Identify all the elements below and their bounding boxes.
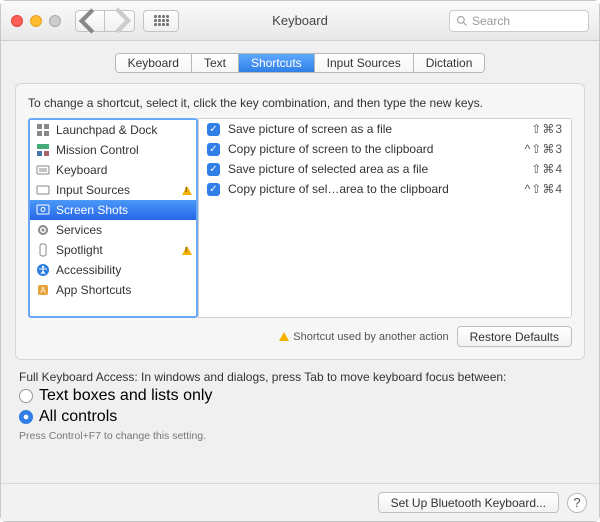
category-label: Services <box>56 223 102 237</box>
category-label: Screen Shots <box>56 203 128 217</box>
fka-note: Press Control+F7 to change this setting. <box>19 430 581 442</box>
category-input-sources[interactable]: Input Sources <box>30 180 196 200</box>
search-placeholder: Search <box>472 14 510 28</box>
shortcut-label: Copy picture of screen to the clipboard <box>228 142 433 156</box>
svg-text:A: A <box>40 286 46 295</box>
warning-icon <box>182 246 192 255</box>
shortcut-keys[interactable]: ^⇧⌘3 <box>525 142 563 156</box>
radio-button[interactable] <box>19 389 33 403</box>
radio-label: Text boxes and lists only <box>39 387 212 405</box>
shortcut-label: Copy picture of sel…area to the clipboar… <box>228 182 449 196</box>
back-button[interactable] <box>75 10 105 32</box>
shortcuts-panel: To change a shortcut, select it, click t… <box>15 83 585 360</box>
footer: Set Up Bluetooth Keyboard... ? <box>1 483 599 521</box>
tab-dictation[interactable]: Dictation <box>414 54 485 72</box>
forward-button[interactable] <box>105 10 135 32</box>
keyboard-icon <box>36 163 50 177</box>
zoom-button[interactable] <box>49 15 61 27</box>
category-spotlight[interactable]: Spotlight <box>30 240 196 260</box>
minimize-button[interactable] <box>30 15 42 27</box>
category-mission-control[interactable]: Mission Control <box>30 140 196 160</box>
app-icon: A <box>36 283 50 297</box>
spotlight-icon <box>36 243 50 257</box>
shortcut-list[interactable]: ✓ Save picture of screen as a file ⇧⌘3 ✓ Cop… <box>198 118 572 318</box>
titlebar: Keyboard Search <box>1 1 599 41</box>
radio-label: All controls <box>39 408 117 426</box>
category-label: Input Sources <box>56 183 130 197</box>
category-label: Mission Control <box>56 143 139 157</box>
category-services[interactable]: Services <box>30 220 196 240</box>
radio-text-boxes-only[interactable]: Text boxes and lists only <box>19 387 599 405</box>
gear-icon <box>36 223 50 237</box>
setup-bluetooth-keyboard-button[interactable]: Set Up Bluetooth Keyboard... <box>378 492 559 513</box>
checkbox[interactable]: ✓ <box>207 163 220 176</box>
help-button[interactable]: ? <box>567 493 587 513</box>
category-accessibility[interactable]: Accessibility <box>30 260 196 280</box>
tab-input-sources[interactable]: Input Sources <box>315 54 414 72</box>
tab-keyboard[interactable]: Keyboard <box>116 54 192 72</box>
shortcut-row[interactable]: ✓ Copy picture of screen to the clipboard… <box>199 139 571 159</box>
tab-bar: KeyboardTextShortcutsInput SourcesDictat… <box>115 53 486 73</box>
launchpad-icon <box>36 123 50 137</box>
shortcut-keys[interactable]: ⇧⌘4 <box>531 162 563 176</box>
screenshot-icon <box>36 203 50 217</box>
shortcut-keys[interactable]: ⇧⌘3 <box>531 122 563 136</box>
warning-icon <box>182 186 192 195</box>
shortcut-row[interactable]: ✓ Copy picture of sel…area to the clipboa… <box>199 179 571 199</box>
close-button[interactable] <box>11 15 23 27</box>
category-label: App Shortcuts <box>56 283 131 297</box>
tab-text[interactable]: Text <box>192 54 239 72</box>
category-label: Accessibility <box>56 263 121 277</box>
category-keyboard[interactable]: Keyboard <box>30 160 196 180</box>
category-app-shortcuts[interactable]: A App Shortcuts <box>30 280 196 300</box>
checkbox[interactable]: ✓ <box>207 123 220 136</box>
search-icon <box>456 15 468 27</box>
instruction-text: To change a shortcut, select it, click t… <box>28 96 572 110</box>
shortcut-label: Save picture of screen as a file <box>228 122 392 136</box>
category-label: Launchpad & Dock <box>56 123 157 137</box>
category-label: Spotlight <box>56 243 103 257</box>
show-all-button[interactable] <box>143 10 179 32</box>
accessibility-icon <box>36 263 50 277</box>
shortcut-label: Save picture of selected area as a file <box>228 162 428 176</box>
input-icon <box>36 183 50 197</box>
conflict-note: Shortcut used by another action <box>279 331 448 343</box>
category-screen-shots[interactable]: Screen Shots <box>30 200 196 220</box>
search-input[interactable]: Search <box>449 10 589 32</box>
checkbox[interactable]: ✓ <box>207 143 220 156</box>
radio-button[interactable] <box>19 410 33 424</box>
radio-all-controls[interactable]: All controls <box>19 408 599 426</box>
warning-icon <box>279 332 289 341</box>
category-label: Keyboard <box>56 163 107 177</box>
checkbox[interactable]: ✓ <box>207 183 220 196</box>
tab-shortcuts[interactable]: Shortcuts <box>239 54 315 72</box>
shortcut-row[interactable]: ✓ Save picture of selected area as a file… <box>199 159 571 179</box>
category-list[interactable]: Launchpad & Dock Mission Control Keyboard I… <box>28 118 198 318</box>
window-controls <box>11 15 61 27</box>
full-keyboard-access-heading: Full Keyboard Access: In windows and dia… <box>19 370 581 384</box>
restore-defaults-button[interactable]: Restore Defaults <box>457 326 572 347</box>
mission-icon <box>36 143 50 157</box>
category-launchpad-dock[interactable]: Launchpad & Dock <box>30 120 196 140</box>
shortcut-row[interactable]: ✓ Save picture of screen as a file ⇧⌘3 <box>199 119 571 139</box>
shortcut-keys[interactable]: ^⇧⌘4 <box>525 182 563 196</box>
